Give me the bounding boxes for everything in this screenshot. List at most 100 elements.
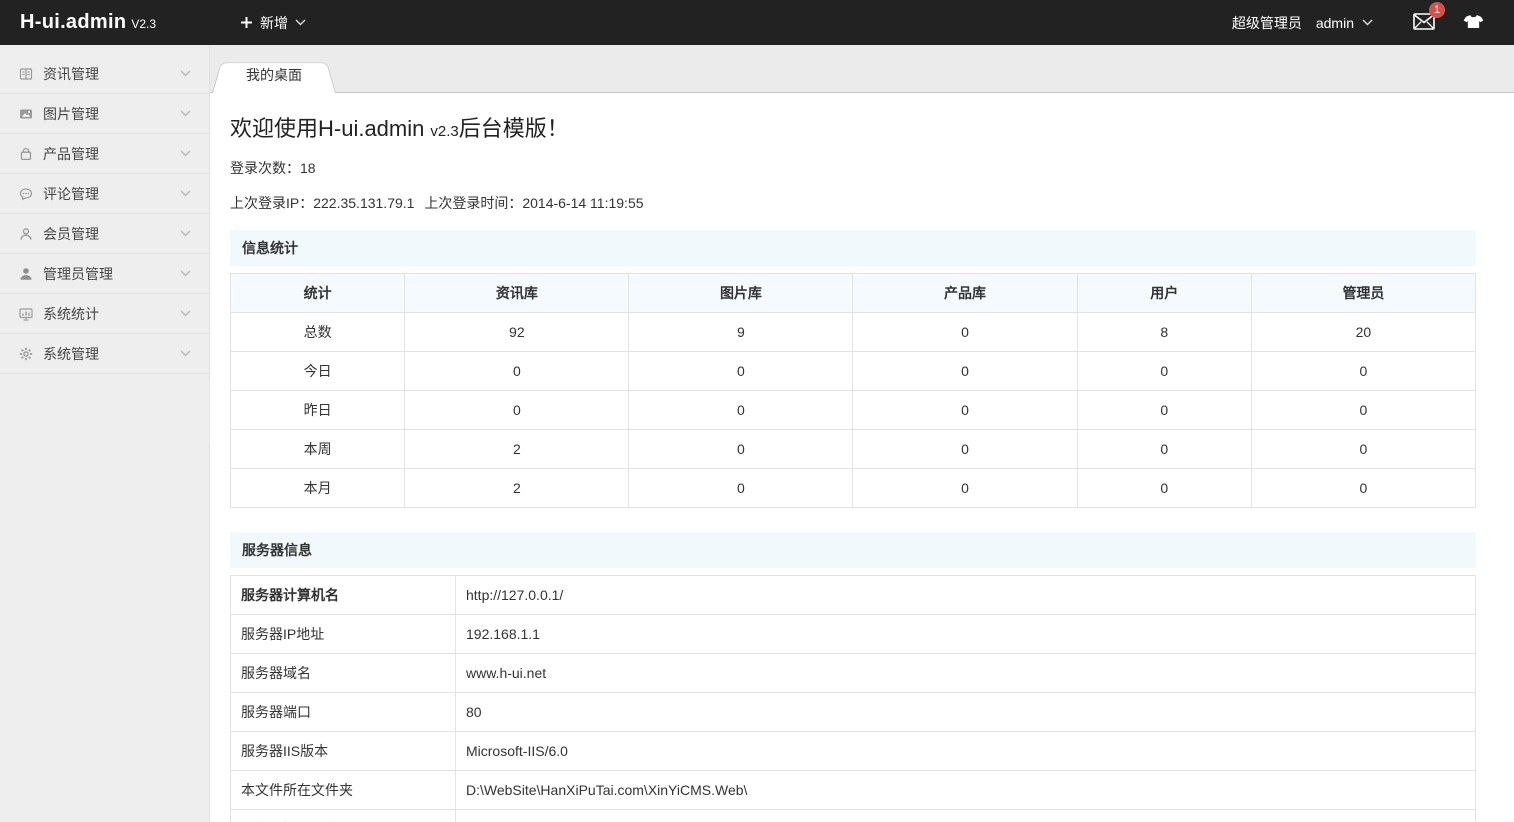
stats-cell: 0	[853, 430, 1077, 469]
stats-cell: 0	[853, 469, 1077, 508]
brand-version: V2.3	[131, 17, 156, 31]
topbar: H-ui.admin V2.3 新增 超级管理员 admin	[0, 0, 1514, 45]
stats-cell: 0	[629, 469, 853, 508]
sidebar: 资讯管理 图片管理 产品管理 评论管理	[0, 45, 210, 822]
stats-cell: 0	[1077, 430, 1251, 469]
stats-header-cell: 管理员	[1251, 274, 1475, 313]
theme-button[interactable]	[1463, 14, 1484, 32]
sidebar-menu: 资讯管理 图片管理 产品管理 评论管理	[0, 45, 209, 374]
stats-cell: 0	[629, 430, 853, 469]
server-row-label: 服务器IP地址	[231, 615, 456, 654]
new-menu-label: 新增	[260, 13, 288, 33]
stats-cell: 0	[405, 352, 629, 391]
stats-header-cell: 用户	[1077, 274, 1251, 313]
chevron-down-icon	[180, 150, 191, 157]
sidebar-item-news[interactable]: 资讯管理	[0, 54, 209, 94]
chevron-down-icon	[180, 350, 191, 357]
account-dropdown[interactable]: admin	[1316, 15, 1373, 31]
table-row: 总数 92 9 0 8 20	[231, 313, 1476, 352]
tabbar: 我的桌面	[210, 45, 1514, 93]
chevron-down-icon	[1362, 19, 1373, 26]
sidebar-item-products[interactable]: 产品管理	[0, 134, 209, 174]
tab-my-desktop[interactable]: 我的桌面	[212, 57, 336, 93]
server-row-value: www.h-ui.net	[456, 654, 1476, 693]
stats-cell: 0	[1251, 430, 1475, 469]
server-row-value: D:\WebSite\HanXiPuTai.com\XinYiCMS.Web\	[456, 771, 1476, 810]
stats-cell: 本周	[231, 430, 405, 469]
server-row-value: 80	[456, 693, 1476, 732]
login-count-line: 登录次数：18	[230, 158, 1476, 178]
stats-cell: 20	[1251, 313, 1475, 352]
chevron-down-icon	[295, 19, 306, 26]
server-row-value: 192.168.1.1	[456, 615, 1476, 654]
stats-header-cell: 图片库	[629, 274, 853, 313]
stats-cell: 总数	[231, 313, 405, 352]
picture-icon	[18, 106, 34, 122]
chevron-down-icon	[180, 310, 191, 317]
table-row: 服务器端口 80	[231, 693, 1476, 732]
last-login-line: 上次登录IP：222.35.131.79.1 上次登录时间：2014-6-14 …	[230, 193, 1476, 213]
sidebar-item-label: 系统管理	[43, 344, 99, 364]
user-outline-icon	[18, 226, 34, 242]
mail-button[interactable]: 1	[1413, 13, 1435, 33]
new-menu-button[interactable]: 新增	[232, 0, 314, 45]
server-panel-title: 服务器信息	[230, 532, 1476, 568]
stats-table: 统计 资讯库 图片库 产品库 用户 管理员 总数 92 9 0 8	[230, 273, 1476, 508]
stats-panel-title: 信息统计	[230, 230, 1476, 266]
server-row-label: 本文件所在文件夹	[231, 771, 456, 810]
stats-cell: 0	[853, 352, 1077, 391]
topbar-right: 超级管理员 admin 1	[1232, 13, 1514, 33]
stats-cell: 0	[629, 352, 853, 391]
plus-icon	[240, 16, 253, 29]
sidebar-item-label: 系统统计	[43, 304, 99, 324]
login-count-label: 登录次数：	[230, 160, 300, 176]
stats-cell: 0	[629, 391, 853, 430]
table-row: 本周 2 0 0 0 0	[231, 430, 1476, 469]
stats-cell: 0	[1251, 391, 1475, 430]
tshirt-icon	[1463, 14, 1484, 32]
stats-cell: 0	[1251, 352, 1475, 391]
sidebar-item-pictures[interactable]: 图片管理	[0, 94, 209, 134]
table-row: 服务器计算机名 http://127.0.0.1/	[231, 576, 1476, 615]
server-row-label: 服务器IIS版本	[231, 732, 456, 771]
sidebar-item-admins[interactable]: 管理员管理	[0, 254, 209, 294]
stats-cell: 0	[1077, 352, 1251, 391]
stats-cell: 今日	[231, 352, 405, 391]
sidebar-item-statistics[interactable]: 系统统计	[0, 294, 209, 334]
server-row-label: 服务器计算机名	[231, 576, 456, 615]
table-row: 今日 0 0 0 0 0	[231, 352, 1476, 391]
welcome-text: 欢迎使用H-ui.admin	[230, 116, 424, 141]
user-solid-icon	[18, 266, 34, 282]
last-ip-value: 222.35.131.79.1	[313, 195, 414, 211]
page-title: 欢迎使用H-ui.admin v2.3后台模版！	[230, 111, 1476, 143]
stats-cell: 8	[1077, 313, 1251, 352]
stats-cell: 本月	[231, 469, 405, 508]
welcome-suffix: 后台模版！	[459, 116, 569, 141]
stats-cell: 昨日	[231, 391, 405, 430]
server-row-label: 服务器端口	[231, 693, 456, 732]
table-row: 服务器IP地址 192.168.1.1	[231, 615, 1476, 654]
sidebar-item-system[interactable]: 系统管理	[0, 334, 209, 374]
chevron-down-icon	[180, 270, 191, 277]
stats-cell: 0	[1251, 469, 1475, 508]
last-ip-label: 上次登录IP：	[230, 195, 313, 211]
brand: H-ui.admin V2.3	[0, 11, 210, 34]
sidebar-item-members[interactable]: 会员管理	[0, 214, 209, 254]
stats-cell: 9	[629, 313, 853, 352]
table-row: 服务器域名 www.h-ui.net	[231, 654, 1476, 693]
server-row-value: Microsoft-IIS/6.0	[456, 732, 1476, 771]
chevron-down-icon	[180, 110, 191, 117]
brand-name: H-ui.admin	[20, 11, 126, 34]
content: 欢迎使用H-ui.adminv2.3后台模版！ 登录次数：18 上次登录IP：2…	[210, 93, 1514, 822]
sidebar-item-comments[interactable]: 评论管理	[0, 174, 209, 214]
stats-panel: 信息统计 统计 资讯库 图片库 产品库 用户 管理员	[230, 230, 1476, 508]
table-row: 服务器操作系统 Microsoft Windows NT 5.2.3790 Se…	[231, 810, 1476, 822]
comment-icon	[18, 186, 34, 202]
table-header-row: 统计 资讯库 图片库 产品库 用户 管理员	[231, 274, 1476, 313]
stats-cell: 0	[853, 391, 1077, 430]
stats-cell: 92	[405, 313, 629, 352]
stats-header-cell: 产品库	[853, 274, 1077, 313]
welcome-version: v2.3	[430, 123, 458, 140]
sidebar-item-label: 产品管理	[43, 144, 99, 164]
sidebar-item-label: 会员管理	[43, 224, 99, 244]
